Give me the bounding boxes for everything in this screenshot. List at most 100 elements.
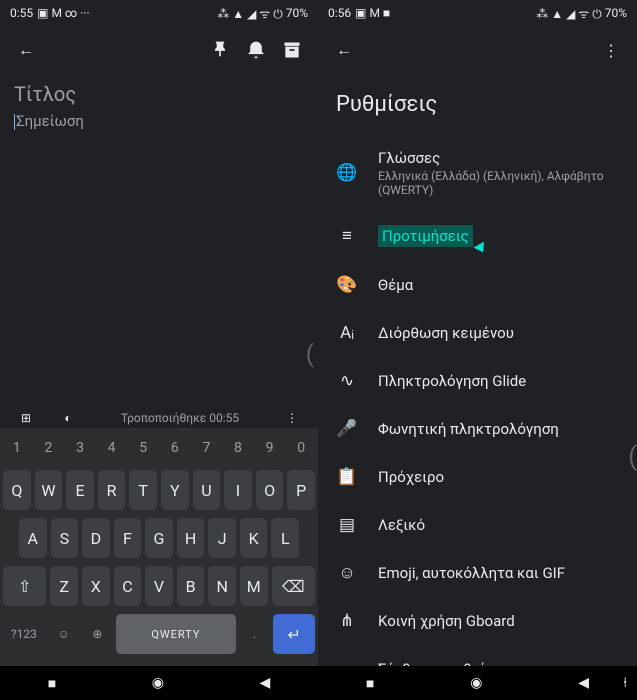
back-icon[interactable]: ← bbox=[14, 38, 38, 62]
key-H[interactable]: H bbox=[177, 518, 205, 558]
setting-label: Πληκτρολόγηση Glide bbox=[378, 372, 619, 390]
paren-hint: ( bbox=[628, 442, 637, 472]
setting-book[interactable]: ▤ Λεξικό bbox=[324, 501, 631, 549]
key-A[interactable]: A bbox=[19, 518, 47, 558]
setting-sliders[interactable]: ≡Προτιμήσεις bbox=[324, 211, 631, 261]
globe-icon: 🌐 bbox=[336, 163, 358, 183]
palette-icon: 🎨 bbox=[336, 275, 358, 295]
setting-emoji[interactable]: ☺ Emoji, αυτοκόλλητα και GIF bbox=[324, 549, 631, 597]
key-9[interactable]: 9 bbox=[256, 434, 284, 462]
key-X[interactable]: X bbox=[82, 566, 110, 606]
more-icon[interactable]: ⋮ bbox=[280, 406, 304, 430]
pin-icon[interactable] bbox=[208, 38, 232, 62]
period-key[interactable]: . bbox=[240, 614, 270, 654]
setting-label: Θέμα bbox=[378, 276, 619, 294]
key-U[interactable]: U bbox=[193, 470, 221, 510]
setting-label: Φωνητική πληκτρολόγηση bbox=[378, 420, 619, 438]
clipboard-icon: 📋 bbox=[336, 467, 358, 487]
status-bar: 0:56▣ M ■ ⁂ ▲ ◢ ᯤ ⏻70% bbox=[318, 0, 637, 26]
key-J[interactable]: J bbox=[208, 518, 236, 558]
key-5[interactable]: 5 bbox=[129, 434, 157, 462]
reminder-icon[interactable] bbox=[244, 38, 268, 62]
title-input[interactable]: Τίτλος bbox=[14, 82, 304, 106]
key-L[interactable]: L bbox=[271, 518, 299, 558]
keyboard: 1234567890 QWERTYUIOP ASDFGHJKL ⇧ ZXCVBN… bbox=[0, 428, 318, 666]
shift-key[interactable]: ⇧ bbox=[3, 566, 46, 606]
key-C[interactable]: C bbox=[114, 566, 142, 606]
key-F[interactable]: F bbox=[114, 518, 142, 558]
setting-label: Emoji, αυτοκόλλητα και GIF bbox=[378, 564, 619, 582]
key-1[interactable]: 1 bbox=[3, 434, 31, 462]
key-4[interactable]: 4 bbox=[98, 434, 126, 462]
setting-mic[interactable]: 🎤 Φωνητική πληκτρολόγηση bbox=[324, 405, 631, 453]
setting-palette[interactable]: 🎨 Θέμα bbox=[324, 261, 631, 309]
spell-icon: Aᵢ bbox=[336, 323, 358, 343]
note-content[interactable]: Τίτλος Σημείωση bbox=[0, 74, 318, 138]
nav-back[interactable]: ◀ bbox=[578, 675, 589, 691]
nav-home[interactable]: ◉ bbox=[470, 675, 482, 691]
key-3[interactable]: 3 bbox=[66, 434, 94, 462]
key-Y[interactable]: Y bbox=[161, 470, 189, 510]
key-R[interactable]: R bbox=[98, 470, 126, 510]
emoji-key[interactable]: ☺ bbox=[49, 614, 79, 654]
key-E[interactable]: E bbox=[66, 470, 94, 510]
nav-back[interactable]: ◀ bbox=[259, 675, 270, 691]
key-P[interactable]: P bbox=[287, 470, 315, 510]
enter-key[interactable]: ↵ bbox=[273, 614, 315, 654]
setting-label: Κοινή χρήση Gboard bbox=[378, 612, 619, 630]
key-G[interactable]: G bbox=[145, 518, 173, 558]
backspace-key[interactable]: ⌫ bbox=[272, 566, 315, 606]
setting-label: Λεξικό bbox=[378, 516, 619, 534]
setting-globe[interactable]: 🌐 Γλώσσες Ελληνικά (Ελλάδα) (Ελληνική), Αλ… bbox=[324, 135, 631, 211]
key-K[interactable]: K bbox=[240, 518, 268, 558]
sliders-icon: ≡ bbox=[336, 226, 358, 246]
archive-icon[interactable] bbox=[280, 38, 304, 62]
spacebar[interactable]: QWERTY bbox=[116, 614, 235, 654]
setting-sub: Ελληνικά (Ελλάδα) (Ελληνική), Αλφάβητο (… bbox=[378, 169, 619, 197]
nav-home[interactable]: ◉ bbox=[152, 675, 164, 691]
book-icon: ▤ bbox=[336, 515, 358, 535]
key-I[interactable]: I bbox=[224, 470, 252, 510]
key-Z[interactable]: Z bbox=[50, 566, 78, 606]
overflow-icon[interactable]: ⋮ bbox=[599, 38, 623, 62]
key-M[interactable]: M bbox=[240, 566, 268, 606]
key-W[interactable]: W bbox=[35, 470, 63, 510]
nav-bar: ■ ◉ ◀ ⍿ bbox=[318, 666, 637, 700]
language-key[interactable]: ⊕ bbox=[83, 614, 113, 654]
symbols-key[interactable]: ?123 bbox=[3, 614, 45, 654]
key-8[interactable]: 8 bbox=[224, 434, 252, 462]
settings-topbar: ← ⋮ bbox=[318, 26, 637, 74]
key-O[interactable]: O bbox=[256, 470, 284, 510]
emoji-icon: ☺ bbox=[336, 563, 358, 583]
key-D[interactable]: D bbox=[82, 518, 110, 558]
key-Q[interactable]: Q bbox=[3, 470, 31, 510]
nav-accessibility[interactable]: ⍿ bbox=[623, 675, 627, 691]
setting-clipboard[interactable]: 📋Πρόχειρο bbox=[324, 453, 631, 501]
mic-icon: 🎤 bbox=[336, 419, 358, 439]
paren-hint: ( bbox=[306, 340, 314, 368]
setting-share[interactable]: ⋔Κοινή χρήση Gboard bbox=[324, 597, 631, 645]
key-6[interactable]: 6 bbox=[161, 434, 189, 462]
nav-recent[interactable]: ■ bbox=[366, 675, 374, 692]
palette-icon[interactable]: ◐ bbox=[56, 406, 80, 430]
key-T[interactable]: T bbox=[129, 470, 157, 510]
key-S[interactable]: S bbox=[51, 518, 79, 558]
gesture-icon: ∿ bbox=[336, 371, 358, 391]
setting-spell[interactable]: AᵢΔιόρθωση κειμένου bbox=[324, 309, 631, 357]
add-box-icon[interactable]: ⊞ bbox=[14, 406, 38, 430]
key-B[interactable]: B bbox=[177, 566, 205, 606]
screen-notes: 0:55▣ M ∞ ··· ⁂ ▲ ◢ ᯤ ⏻70% ← Τίτλος Σημε… bbox=[0, 0, 318, 700]
note-input[interactable]: Σημείωση bbox=[14, 112, 304, 130]
back-icon[interactable]: ← bbox=[332, 38, 356, 62]
screen-settings: 0:56▣ M ■ ⁂ ▲ ◢ ᯤ ⏻70% ← ⋮ Ρυθμίσεις 🌐Γλ… bbox=[318, 0, 637, 700]
key-2[interactable]: 2 bbox=[35, 434, 63, 462]
key-N[interactable]: N bbox=[208, 566, 236, 606]
nav-recent[interactable]: ■ bbox=[48, 675, 56, 692]
setting-label: Γλώσσες bbox=[378, 149, 619, 167]
key-7[interactable]: 7 bbox=[193, 434, 221, 462]
setting-gesture[interactable]: ∿ Πληκτρολόγηση Glide bbox=[324, 357, 631, 405]
key-V[interactable]: V bbox=[145, 566, 173, 606]
status-bar: 0:55▣ M ∞ ··· ⁂ ▲ ◢ ᯤ ⏻70% bbox=[0, 0, 318, 26]
key-0[interactable]: 0 bbox=[287, 434, 315, 462]
nav-bar: ■ ◉ ◀ bbox=[0, 666, 318, 700]
